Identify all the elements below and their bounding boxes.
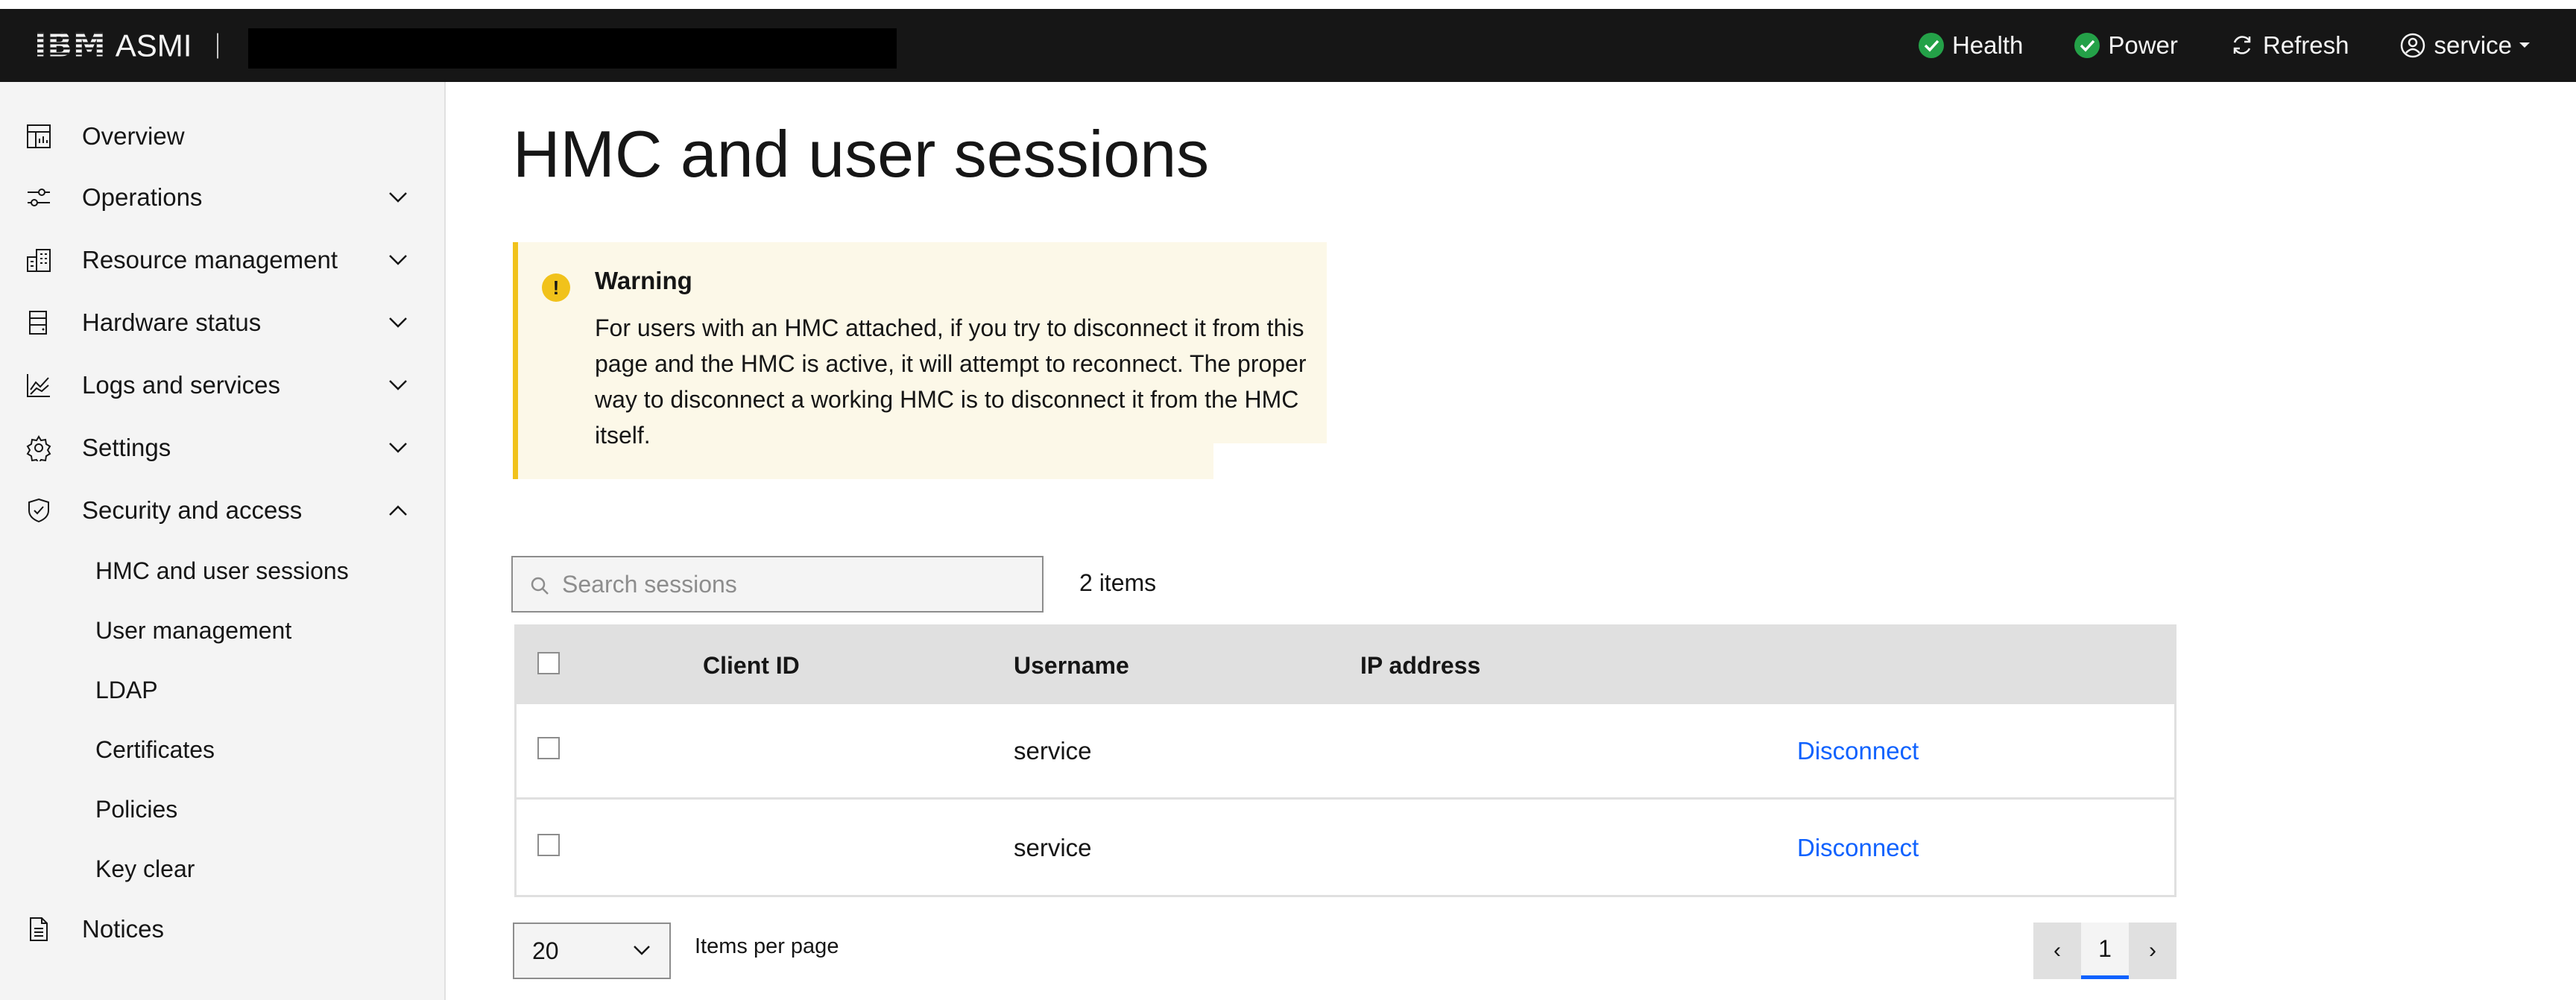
- app-name: ASMI: [115, 28, 192, 63]
- chevron-down-icon: [388, 379, 408, 392]
- search-input[interactable]: [562, 557, 1024, 611]
- sidebar-subitem-user-management[interactable]: User management: [0, 604, 444, 656]
- header-actions: Health Power Refresh service: [1867, 9, 2531, 82]
- ibm-logo: IBM: [34, 26, 107, 65]
- row-checkbox[interactable]: [537, 737, 560, 759]
- redacted-server-name: [248, 28, 897, 69]
- column-header-client-id[interactable]: Client ID: [703, 652, 800, 680]
- page-title: HMC and user sessions: [513, 117, 1210, 191]
- caret-down-icon: [2518, 41, 2531, 50]
- disconnect-link[interactable]: Disconnect: [1797, 737, 1919, 765]
- refresh-label: Refresh: [2262, 31, 2349, 59]
- sidebar-subitem-label: Certificates: [95, 735, 215, 763]
- side-navigation: Overview Operations Resource management …: [0, 82, 446, 1000]
- brand-logo[interactable]: IBM ASMI: [34, 26, 219, 65]
- sidebar-subitem-policies[interactable]: Policies: [0, 783, 444, 835]
- sidebar-subitem-label: Key clear: [95, 855, 195, 882]
- items-per-page-label: Items per page: [695, 934, 839, 958]
- refresh-button[interactable]: Refresh: [2229, 31, 2349, 60]
- header-divider: [217, 33, 219, 58]
- sidebar-item-label: Hardware status: [82, 308, 262, 336]
- sidebar-item-notices[interactable]: Notices: [0, 902, 444, 956]
- sidebar-subitem-label: Policies: [95, 795, 178, 823]
- row-checkbox[interactable]: [537, 834, 560, 856]
- sidebar-item-resource-management[interactable]: Resource management: [0, 233, 444, 287]
- sidebar-subitem-label: User management: [95, 616, 292, 644]
- user-name: service: [2434, 31, 2512, 59]
- table-header: Client ID Username IP address: [517, 627, 2174, 704]
- chevron-up-icon: [388, 504, 408, 517]
- shield-icon: [24, 496, 54, 525]
- sidebar-subitem-hmc-and-user-sessions[interactable]: HMC and user sessions: [0, 545, 444, 597]
- chevron-down-icon: [388, 253, 408, 267]
- sidebar-item-security-and-access[interactable]: Security and access: [0, 484, 444, 537]
- sidebar-item-label: Notices: [82, 915, 165, 943]
- chart-icon: [24, 370, 54, 400]
- sidebar-subitem-ldap[interactable]: LDAP: [0, 664, 444, 716]
- sidebar-item-logs-and-services[interactable]: Logs and services: [0, 358, 444, 412]
- disconnect-link[interactable]: Disconnect: [1797, 834, 1919, 862]
- sidebar-subitem-certificates[interactable]: Certificates: [0, 724, 444, 776]
- checkmark-circle-icon: [1918, 32, 1945, 59]
- column-header-username[interactable]: Username: [1014, 652, 1129, 680]
- health-status-button[interactable]: Health: [1918, 31, 2023, 60]
- chevron-down-icon: [388, 441, 408, 455]
- sidebar-item-label: Resource management: [82, 246, 338, 273]
- document-icon: [24, 914, 54, 944]
- checkmark-circle-icon: [2074, 32, 2100, 59]
- user-menu-button[interactable]: service: [2399, 31, 2531, 60]
- column-header-ip-address[interactable]: IP address: [1360, 652, 1480, 680]
- sidebar-item-settings[interactable]: Settings: [0, 421, 444, 475]
- sidebar-item-label: Security and access: [82, 496, 303, 524]
- dashboard-icon: [24, 121, 54, 151]
- building-icon: [24, 245, 54, 275]
- sidebar-item-overview[interactable]: Overview: [0, 110, 444, 163]
- user-avatar-icon: [2399, 32, 2426, 59]
- chevron-down-icon: [632, 943, 651, 957]
- power-status-button[interactable]: Power: [2074, 31, 2178, 60]
- search-icon: [529, 575, 550, 596]
- items-per-page-value: 20: [532, 937, 559, 964]
- current-page-number[interactable]: 1: [2081, 923, 2129, 979]
- sidebar-item-label: Overview: [82, 122, 185, 150]
- server-icon: [24, 308, 54, 338]
- top-header: IBM ASMI Health Power Refresh service: [0, 9, 2576, 82]
- sidebar-subitem-label: HMC and user sessions: [95, 557, 349, 584]
- sliders-icon: [24, 183, 54, 212]
- username-cell: service: [1014, 737, 1092, 765]
- chevron-down-icon: [388, 316, 408, 329]
- sidebar-subitem-label: LDAP: [95, 676, 158, 703]
- chevron-down-icon: [388, 191, 408, 204]
- previous-page-button[interactable]: ‹: [2033, 923, 2081, 979]
- warning-message: For users with an HMC attached, if you t…: [595, 314, 1307, 449]
- search-box: [511, 556, 1044, 613]
- warning-accent-bar: [513, 242, 518, 479]
- warning-icon: !: [542, 273, 570, 302]
- next-page-button[interactable]: ›: [2129, 923, 2176, 979]
- sidebar-item-label: Operations: [82, 183, 203, 211]
- sidebar-item-label: Settings: [82, 434, 171, 461]
- username-cell: service: [1014, 834, 1092, 861]
- table-row: service Disconnect: [517, 704, 2174, 800]
- refresh-icon: [2229, 32, 2255, 59]
- health-label: Health: [1951, 31, 2024, 59]
- sidebar-subitem-key-clear[interactable]: Key clear: [0, 843, 444, 895]
- power-label: Power: [2108, 31, 2178, 59]
- warning-title: Warning: [595, 267, 692, 294]
- items-count: 2 items: [1079, 569, 1157, 596]
- select-all-checkbox[interactable]: [537, 652, 560, 674]
- sidebar-item-label: Logs and services: [82, 371, 280, 399]
- items-per-page-select[interactable]: 20: [513, 923, 671, 979]
- table-row: service Disconnect: [517, 800, 2174, 895]
- pagination: ‹ 1 ›: [2033, 923, 2176, 979]
- sidebar-item-hardware-status[interactable]: Hardware status: [0, 296, 444, 349]
- sessions-table: Client ID Username IP address service Di…: [514, 624, 2176, 897]
- sidebar-item-operations[interactable]: Operations: [0, 171, 444, 224]
- gear-icon: [24, 433, 54, 463]
